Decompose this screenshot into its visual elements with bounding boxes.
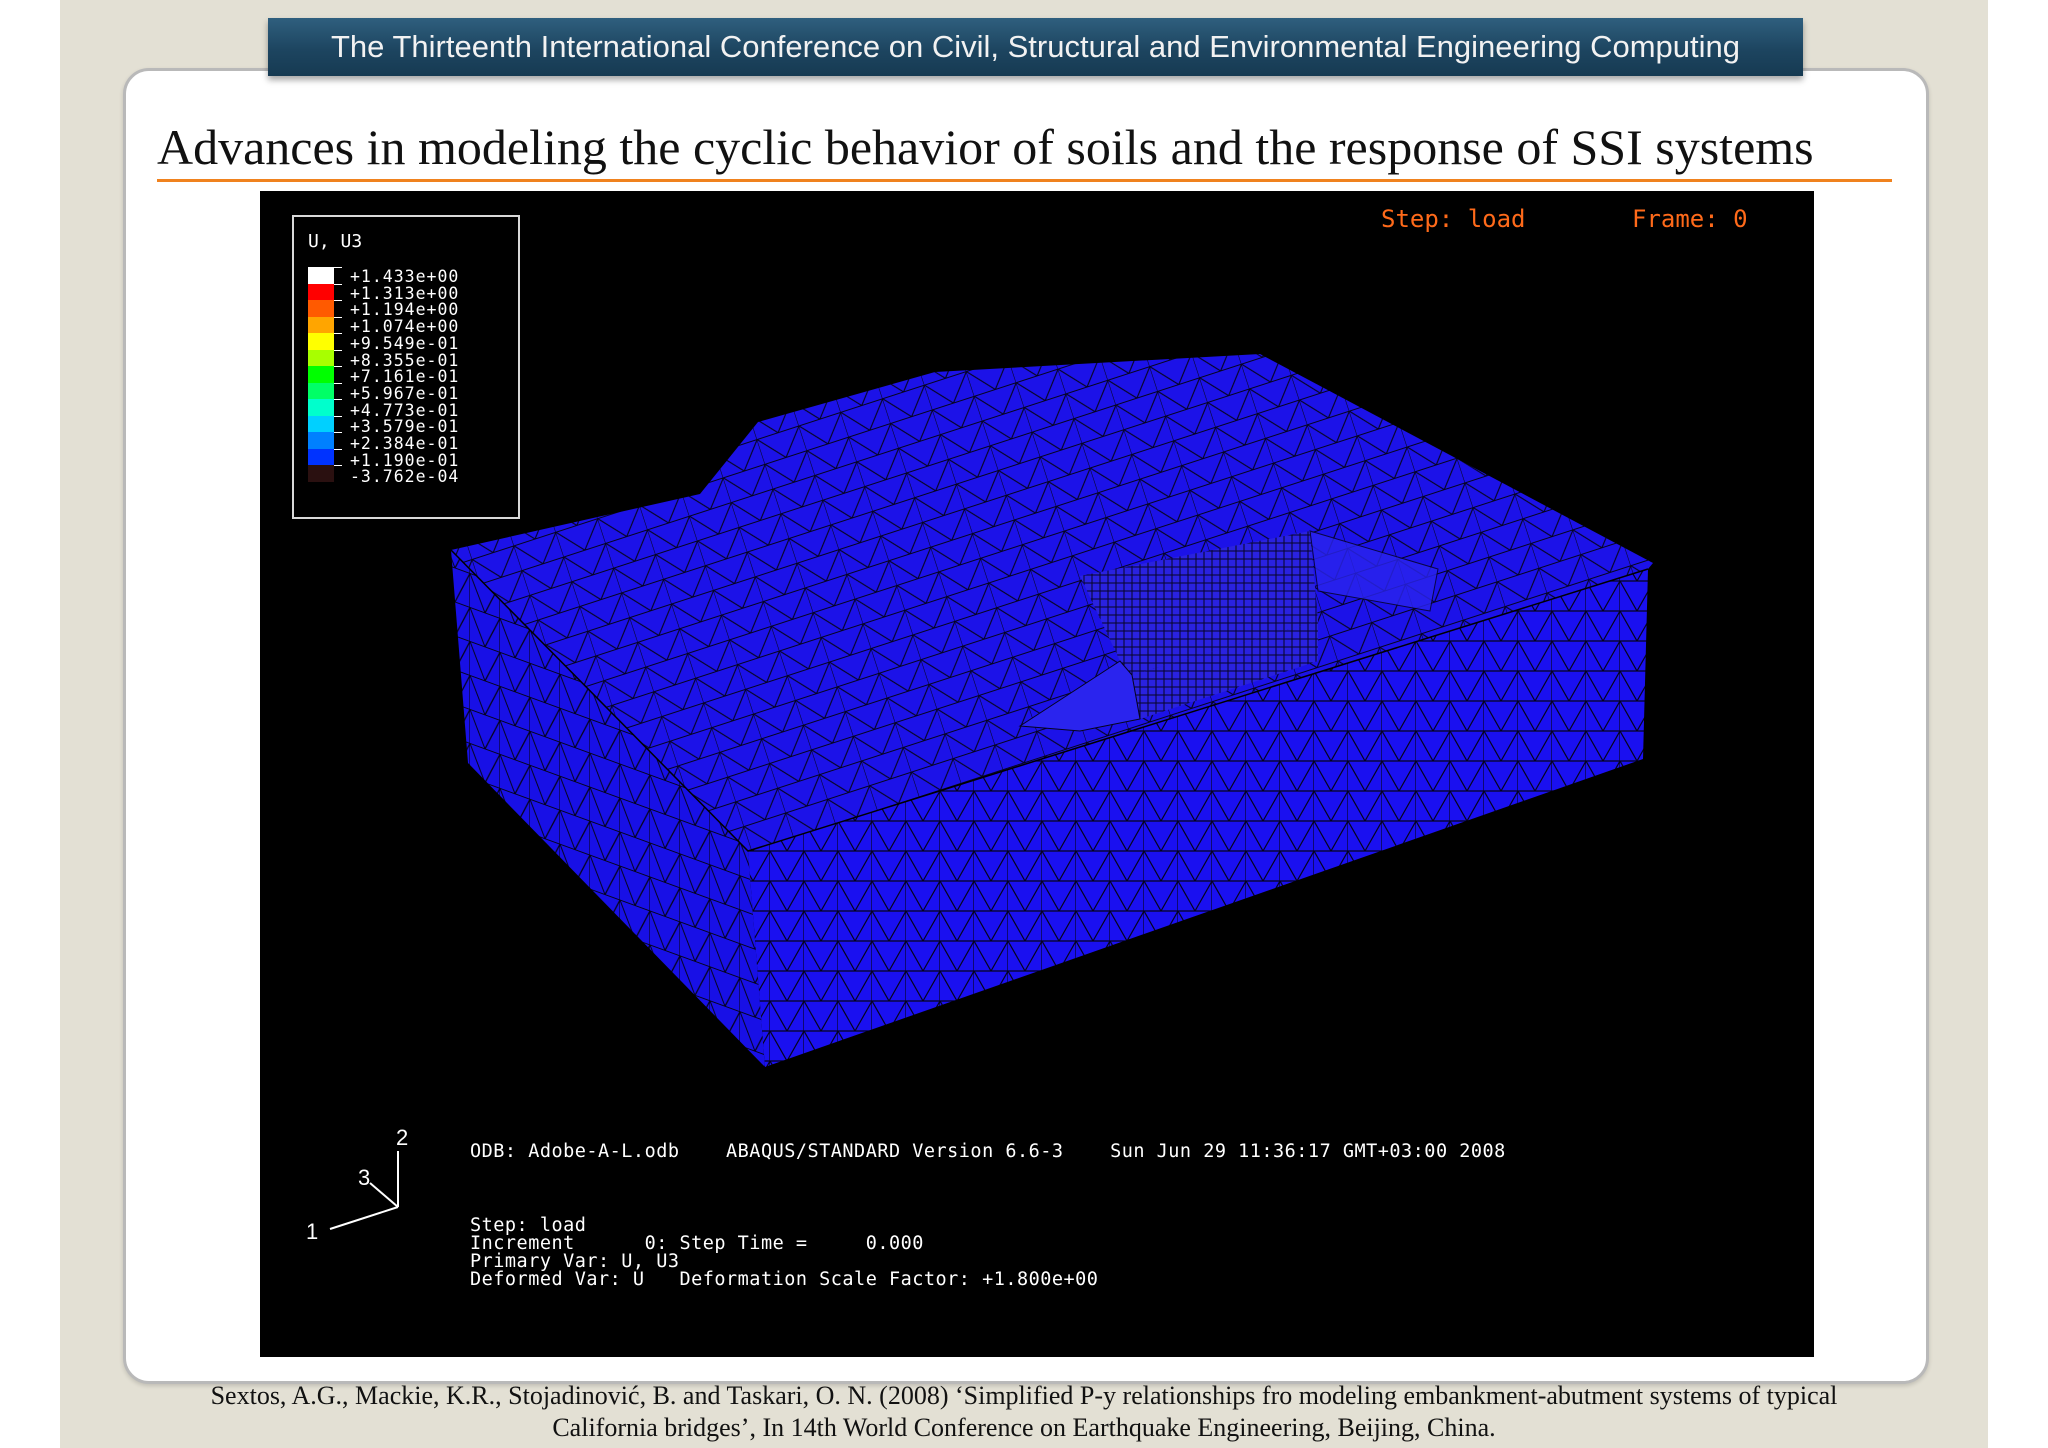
legend-swatch bbox=[308, 448, 334, 465]
citation-line-2: California bridges’, In 14th World Confe… bbox=[552, 1413, 1496, 1442]
legend-swatch bbox=[308, 283, 334, 300]
citation: Sextos, A.G., Mackie, K.R., Stojadinović… bbox=[60, 1380, 1988, 1444]
axis-triad: 2 1 3 bbox=[300, 1109, 440, 1249]
legend-swatch bbox=[308, 333, 334, 350]
axis-label-z: 3 bbox=[358, 1165, 370, 1190]
legend-tick bbox=[334, 283, 342, 301]
fem-viewport: U, U3 +1.433e+00 +1.313e+00 +1.194e+00 +1.0… bbox=[260, 191, 1814, 1357]
legend-tick bbox=[334, 300, 342, 317]
legend-tick bbox=[334, 316, 342, 334]
legend-swatch bbox=[308, 267, 334, 284]
axis-label-x: 1 bbox=[306, 1219, 318, 1244]
legend-tick bbox=[334, 382, 342, 400]
deformed-var-info: Deformed Var: U Deformation Scale Factor… bbox=[470, 1269, 1099, 1290]
legend-value: +9.549e-01 bbox=[350, 333, 460, 353]
legend-tick bbox=[334, 349, 342, 367]
legend-swatch bbox=[308, 399, 334, 416]
legend-tick bbox=[334, 366, 342, 383]
legend-tick bbox=[334, 399, 342, 416]
legend-tick bbox=[334, 432, 342, 449]
legend-values: +1.433e+00 +1.313e+00 +1.194e+00 +1.074e+00… bbox=[350, 268, 460, 487]
legend-swatch bbox=[308, 382, 334, 399]
legend-swatch bbox=[308, 415, 334, 432]
axis-label-y: 2 bbox=[396, 1125, 408, 1150]
conference-header: The Thirteenth International Conference … bbox=[268, 18, 1803, 76]
legend-tick bbox=[334, 448, 342, 466]
legend-swatch bbox=[308, 300, 334, 317]
axis-triad-icon: 2 1 3 bbox=[306, 1125, 408, 1244]
legend-tick bbox=[334, 465, 342, 482]
legend-swatch bbox=[308, 366, 334, 383]
legend-tick bbox=[334, 415, 342, 433]
legend-value: -3.762e-04 bbox=[350, 467, 460, 487]
legend-tick bbox=[334, 267, 342, 284]
legend-swatch bbox=[308, 316, 334, 333]
legend-swatch bbox=[308, 465, 334, 482]
contour-legend: U, U3 +1.433e+00 +1.313e+00 +1.194e+00 +1.0… bbox=[292, 215, 520, 519]
legend-swatch bbox=[308, 349, 334, 366]
title-underline bbox=[157, 179, 1892, 182]
legend-ticks bbox=[334, 267, 342, 482]
frame-indicator: Frame: 0 bbox=[1632, 205, 1748, 233]
legend-title: U, U3 bbox=[308, 231, 363, 252]
slide-title: Advances in modeling the cyclic behavior… bbox=[157, 119, 1814, 175]
legend-swatch bbox=[308, 432, 334, 449]
legend-color-bar bbox=[308, 267, 334, 482]
step-indicator: Step: load bbox=[1381, 205, 1526, 233]
legend-tick bbox=[334, 333, 342, 350]
odb-info: ODB: Adobe-A-L.odb ABAQUS/STANDARD Versi… bbox=[470, 1141, 1506, 1162]
citation-line-1: Sextos, A.G., Mackie, K.R., Stojadinović… bbox=[210, 1381, 1838, 1410]
